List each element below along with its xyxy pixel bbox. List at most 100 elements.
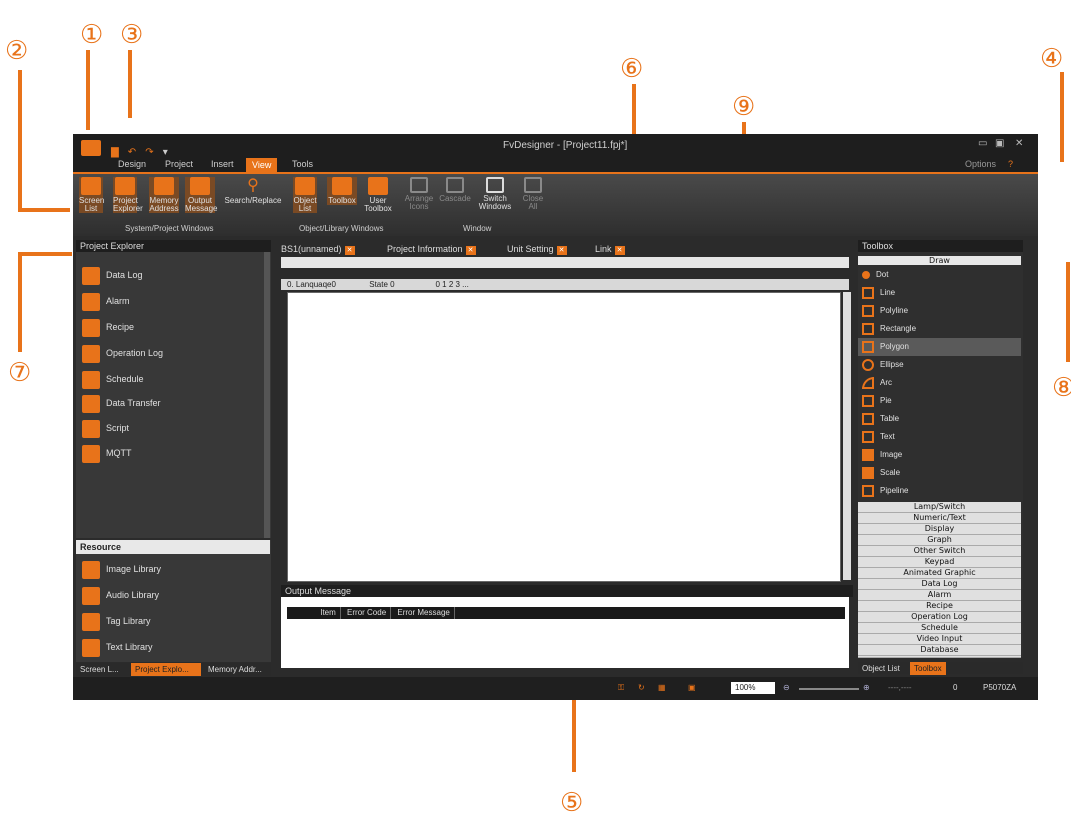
close-tab-icon[interactable]: ✕ <box>465 246 476 255</box>
list-item[interactable]: Audio Library <box>82 584 159 606</box>
switch-windows-button[interactable]: Switch Windows <box>477 177 513 211</box>
resource-header[interactable]: Resource <box>76 540 270 554</box>
category-item[interactable]: Keypad <box>858 557 1021 568</box>
close-all-button[interactable]: Close All <box>519 177 547 211</box>
category-item[interactable]: Animated Graphic <box>858 568 1021 579</box>
zoom-out-icon[interactable]: ⊖ <box>783 682 790 694</box>
tab-design[interactable]: Design <box>118 159 146 169</box>
category-item[interactable]: Other Switch <box>858 546 1021 557</box>
canvas-scrollbar[interactable] <box>843 292 851 580</box>
refresh-icon[interactable]: ↻ <box>638 682 645 694</box>
tab-screen-list[interactable]: Screen L... <box>76 663 123 676</box>
help-icon[interactable]: ? <box>1008 159 1013 169</box>
list-item[interactable]: Polyline <box>862 302 908 320</box>
screen-list-button[interactable]: Screen List <box>79 177 104 213</box>
ellipse-icon <box>862 358 874 371</box>
tab-tools[interactable]: Tools <box>292 159 313 169</box>
tab-project-information[interactable]: Project Information ✕ <box>387 242 476 256</box>
tab-bs1[interactable]: BS1(unnamed) ✕ <box>281 242 355 256</box>
list-item[interactable]: Tag Library <box>82 610 151 632</box>
draw-category-header[interactable]: Draw <box>858 256 1021 265</box>
display-icon[interactable]: ▣ <box>688 682 696 694</box>
list-item[interactable]: Dot <box>862 266 888 284</box>
arrange-icons-button[interactable]: Arrange Icons <box>403 177 435 211</box>
list-item[interactable]: Table <box>862 410 899 428</box>
tab-unit-setting[interactable]: Unit Setting ✕ <box>507 242 567 256</box>
list-item[interactable]: Script <box>82 417 129 439</box>
list-item[interactable]: Pie <box>862 392 892 410</box>
state-number-buttons[interactable]: 0 1 2 3 ... <box>435 280 468 289</box>
screen-canvas[interactable] <box>287 292 841 582</box>
category-item[interactable]: Video Input <box>858 634 1021 645</box>
grid-icon[interactable]: ▦ <box>658 682 666 694</box>
layout-toolbar[interactable] <box>281 257 849 268</box>
language-select[interactable]: 0. Lanquaqe0 <box>281 279 367 290</box>
minimize-icon[interactable]: ▭ <box>978 138 987 149</box>
category-item[interactable]: Data Log <box>858 579 1021 590</box>
zoom-in-icon[interactable]: ⊕ <box>863 682 870 694</box>
list-item[interactable]: Rectangle <box>862 320 916 338</box>
callout-arrow-4 <box>1060 72 1064 162</box>
zoom-select[interactable]: 100% <box>731 682 775 694</box>
tab-toolbox[interactable]: Toolbox <box>910 662 946 675</box>
zoom-slider[interactable] <box>799 688 859 690</box>
cascade-button[interactable]: Cascade <box>439 177 471 203</box>
list-item[interactable]: Image Library <box>82 558 161 580</box>
tab-view[interactable]: View <box>246 158 278 172</box>
undo-icon[interactable]: ↶ <box>128 147 136 158</box>
category-item[interactable]: VNC Viewer <box>858 656 1021 658</box>
document-tabs: BS1(unnamed) ✕ Project Information ✕ Unit … <box>279 242 839 256</box>
close-tab-icon[interactable]: ✕ <box>614 246 625 255</box>
list-item[interactable]: MQTT <box>82 442 132 464</box>
category-item[interactable]: Lamp/Switch <box>858 502 1021 513</box>
category-item[interactable]: Schedule <box>858 623 1021 634</box>
list-item[interactable]: Line <box>862 284 895 302</box>
close-tab-icon[interactable]: ✕ <box>344 246 355 255</box>
save-icon[interactable]: ▇ <box>111 147 119 158</box>
project-explorer-button[interactable]: Project Explorer <box>113 177 143 213</box>
explorer-scrollbar[interactable] <box>264 252 270 538</box>
list-item[interactable]: Polygon <box>858 338 1021 356</box>
category-item[interactable]: Display <box>858 524 1021 535</box>
tab-link[interactable]: Link ✕ <box>595 242 625 256</box>
output-message-button[interactable]: Output Message <box>185 177 217 213</box>
state-select[interactable]: State 0 <box>369 279 433 290</box>
list-item[interactable]: Data Log <box>82 264 143 286</box>
list-item[interactable]: Pipeline <box>862 482 908 500</box>
options-button[interactable]: Options <box>965 159 996 169</box>
application-menu-button[interactable] <box>81 140 101 156</box>
object-list-button[interactable]: Object List <box>293 177 317 213</box>
tab-object-list[interactable]: Object List <box>858 662 904 675</box>
maximize-icon[interactable]: ▣ <box>995 138 1004 149</box>
list-item[interactable]: Alarm <box>82 290 130 312</box>
tab-insert[interactable]: Insert <box>211 159 234 169</box>
customize-dropdown-icon[interactable]: ▾ <box>163 147 168 158</box>
list-item[interactable]: Operation Log <box>82 342 163 364</box>
list-item[interactable]: Image <box>862 446 902 464</box>
user-toolbox-button[interactable]: User Toolbox <box>363 177 393 213</box>
list-item[interactable]: Scale <box>862 464 900 482</box>
list-item[interactable]: Data Transfer <box>82 392 161 414</box>
list-item[interactable]: Schedule <box>82 368 144 390</box>
list-item[interactable]: Ellipse <box>862 356 904 374</box>
list-item[interactable]: Text <box>862 428 895 446</box>
tab-memory-address[interactable]: Memory Addr... <box>204 663 266 676</box>
category-item[interactable]: Alarm <box>858 590 1021 601</box>
key-icon[interactable]: ⚿ <box>618 682 624 694</box>
close-icon[interactable]: ✕ <box>1015 138 1023 149</box>
tab-project-explorer[interactable]: Project Explo... <box>131 663 201 676</box>
redo-icon[interactable]: ↷ <box>145 147 153 158</box>
search-replace-button[interactable]: ⚲ Search/Replace <box>223 177 283 205</box>
memory-address-button[interactable]: Memory Address <box>149 177 179 213</box>
category-item[interactable]: Recipe <box>858 601 1021 612</box>
toolbox-button[interactable]: Toolbox <box>327 177 357 205</box>
list-item[interactable]: Text Library <box>82 636 153 658</box>
list-item[interactable]: Arc <box>862 374 892 392</box>
category-item[interactable]: Database <box>858 645 1021 656</box>
category-item[interactable]: Graph <box>858 535 1021 546</box>
tab-project[interactable]: Project <box>165 159 193 169</box>
close-tab-icon[interactable]: ✕ <box>556 246 567 255</box>
category-item[interactable]: Operation Log <box>858 612 1021 623</box>
list-item[interactable]: Recipe <box>82 316 134 338</box>
category-item[interactable]: Numeric/Text <box>858 513 1021 524</box>
